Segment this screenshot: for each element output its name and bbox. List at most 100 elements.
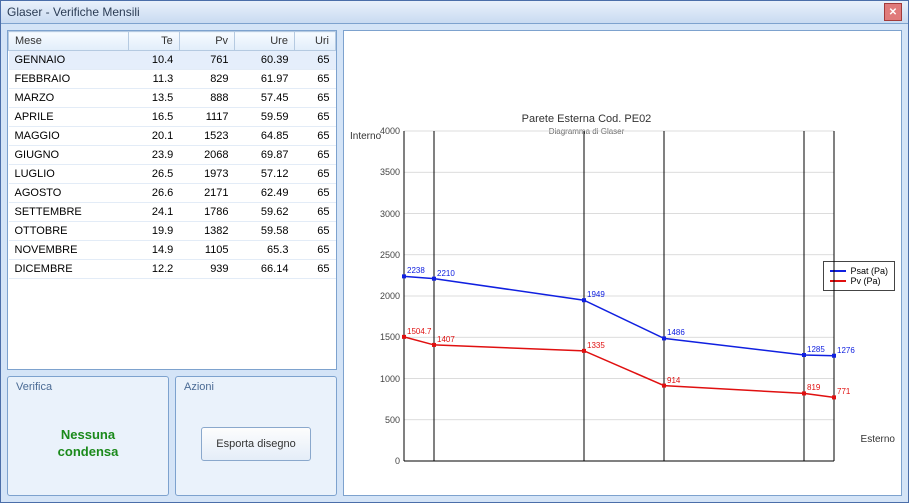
cell-te: 26.5 [129,165,180,184]
chart-data-label: 1276 [837,346,855,355]
cell-uri: 65 [294,108,335,127]
cell-uri: 65 [294,127,335,146]
legend-psat: Psat (Pa) [830,266,888,276]
cell-ure: 64.85 [235,127,295,146]
close-icon[interactable]: ✕ [884,3,902,21]
table-row[interactable]: AGOSTO26.6217162.4965 [9,184,336,203]
table-row[interactable]: GENNAIO10.476160.3965 [9,51,336,70]
cell-pv: 761 [179,51,234,70]
cell-te: 12.2 [129,260,180,279]
titlebar: Glaser - Verifiche Mensili ✕ [1,1,908,24]
cell-ure: 66.14 [235,260,295,279]
y-tick-label: 2000 [370,291,400,301]
cell-ure: 60.39 [235,51,295,70]
cell-ure: 59.58 [235,222,295,241]
table-row[interactable]: APRILE16.5111759.5965 [9,108,336,127]
chart-data-label: 1949 [587,290,605,299]
cell-pv: 1105 [179,241,234,260]
table-row[interactable]: MAGGIO20.1152364.8565 [9,127,336,146]
table-row[interactable]: OTTOBRE19.9138259.5865 [9,222,336,241]
cell-ure: 57.45 [235,89,295,108]
table-row[interactable]: MARZO13.588857.4565 [9,89,336,108]
cell-te: 16.5 [129,108,180,127]
table-row[interactable]: GIUGNO23.9206869.8765 [9,146,336,165]
left-pane: Mese Te Pv Ure Uri GENNAIO10.476160.3965… [7,30,337,496]
y-tick-label: 3000 [370,209,400,219]
verifica-result: Nessuna condensa [58,427,119,461]
cell-ure: 57.12 [235,165,295,184]
table-row[interactable]: LUGLIO26.5197357.1265 [9,165,336,184]
y-tick-label: 4000 [370,126,400,136]
col-pv[interactable]: Pv [179,32,234,51]
cell-uri: 65 [294,241,335,260]
chart-data-label: 1285 [807,345,825,354]
label-esterno: Esterno [861,434,895,445]
cell-te: 13.5 [129,89,180,108]
cell-te: 14.9 [129,241,180,260]
col-mese[interactable]: Mese [9,32,129,51]
table-row[interactable]: SETTEMBRE24.1178659.6265 [9,203,336,222]
y-tick-label: 1500 [370,332,400,342]
esporta-disegno-button[interactable]: Esporta disegno [201,427,311,461]
cell-mese: NOVEMBRE [9,241,129,260]
cell-uri: 65 [294,146,335,165]
chart-data-label: 2238 [407,266,425,275]
cell-mese: GENNAIO [9,51,129,70]
cell-pv: 1382 [179,222,234,241]
cell-te: 19.9 [129,222,180,241]
y-tick-label: 2500 [370,250,400,260]
cell-ure: 65.3 [235,241,295,260]
y-tick-label: 500 [370,415,400,425]
chart-data-label: 1504.7 [407,327,431,336]
chart-data-label: 771 [837,387,850,396]
cell-ure: 59.59 [235,108,295,127]
cell-mese: LUGLIO [9,165,129,184]
cell-mese: MAGGIO [9,127,129,146]
panel-azioni-title: Azioni [184,381,328,393]
cell-te: 20.1 [129,127,180,146]
cell-te: 10.4 [129,51,180,70]
cell-pv: 888 [179,89,234,108]
chart-data-label: 819 [807,383,820,392]
cell-pv: 1973 [179,165,234,184]
table-row[interactable]: NOVEMBRE14.9110565.365 [9,241,336,260]
cell-pv: 2171 [179,184,234,203]
col-te[interactable]: Te [129,32,180,51]
cell-pv: 2068 [179,146,234,165]
cell-te: 11.3 [129,70,180,89]
chart-data-label: 1335 [587,341,605,350]
col-ure[interactable]: Ure [235,32,295,51]
cell-ure: 61.97 [235,70,295,89]
chart-data-label: 914 [667,376,680,385]
table-row[interactable]: DICEMBRE12.293966.1465 [9,260,336,279]
chart-data-label: 1486 [667,328,685,337]
verifica-line2: condensa [58,444,119,459]
months-table: Mese Te Pv Ure Uri GENNAIO10.476160.3965… [8,31,336,279]
cell-uri: 65 [294,51,335,70]
y-tick-label: 1000 [370,374,400,384]
cell-uri: 65 [294,165,335,184]
legend-pv-label: Pv (Pa) [850,276,880,286]
panel-verifica-body: Nessuna condensa [16,397,160,491]
cell-mese: APRILE [9,108,129,127]
cell-mese: DICEMBRE [9,260,129,279]
chart-title: Parete Esterna Cod. PE02 [344,113,829,125]
cell-uri: 65 [294,184,335,203]
panel-verifica-title: Verifica [16,381,160,393]
cell-ure: 69.87 [235,146,295,165]
cell-pv: 1786 [179,203,234,222]
table-row[interactable]: FEBBRAIO11.382961.9765 [9,70,336,89]
verifica-line1: Nessuna [61,427,115,442]
panel-azioni: Azioni Esporta disegno [175,376,337,496]
cell-te: 23.9 [129,146,180,165]
cell-mese: MARZO [9,89,129,108]
window-root: Glaser - Verifiche Mensili ✕ Mese Te Pv … [0,0,909,503]
panel-azioni-body: Esporta disegno [184,397,328,491]
chart-panel: Parete Esterna Cod. PE02 Diagramma di Gl… [343,30,902,496]
cell-te: 24.1 [129,203,180,222]
col-uri[interactable]: Uri [294,32,335,51]
months-table-wrap: Mese Te Pv Ure Uri GENNAIO10.476160.3965… [7,30,337,370]
cell-pv: 829 [179,70,234,89]
cell-pv: 1117 [179,108,234,127]
cell-mese: SETTEMBRE [9,203,129,222]
